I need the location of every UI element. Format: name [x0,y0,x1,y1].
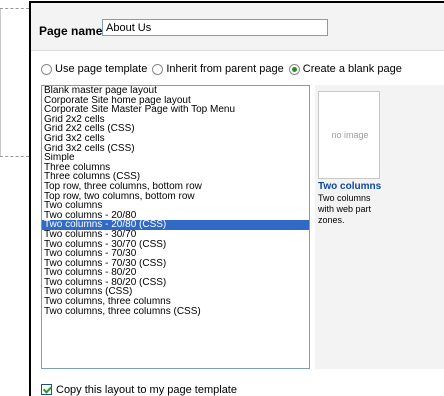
layout-list-item[interactable]: Two columns - 20/80 [42,211,309,221]
option-inherit-from-parent[interactable]: Inherit from parent page [152,63,284,75]
create-blank-page-radio[interactable] [288,63,300,75]
option-use-page-template[interactable]: Use page template [41,63,147,75]
layout-list-item[interactable]: Three columns (CSS) [42,172,309,182]
connector-line-top [0,8,29,9]
layout-list-item[interactable]: Three columns [42,163,309,173]
layout-list-item[interactable]: Two columns - 30/70 [42,230,309,240]
layout-list-item[interactable]: Grid 3x2 cells (CSS) [42,144,309,154]
page-name-header: Page name: [31,3,444,51]
copy-layout-checkbox[interactable] [41,384,52,395]
create-blank-page-label: Create a blank page [302,63,402,75]
preview-title: Two columns [318,181,382,192]
layout-list-item[interactable]: Corporate Site Master Page with Top Menu [42,105,309,115]
layout-list-item[interactable]: Top row, two columns, bottom row [42,192,309,202]
layout-list-item[interactable]: Two columns - 20/80 (CSS) [42,220,309,230]
no-image-text: no image [331,130,369,140]
layout-list-item[interactable]: Two columns - 80/20 [42,268,309,278]
layout-list-item[interactable]: Two columns - 70/30 [42,249,309,259]
layout-list-item[interactable]: Two columns, three columns [42,297,309,307]
layout-list-item[interactable]: Two columns (CSS) [42,287,309,297]
preview-image-placeholder: no image [318,91,380,179]
layout-list-item[interactable]: Simple [42,153,309,163]
layout-list-item[interactable]: Top row, three columns, bottom row [42,182,309,192]
inherit-from-parent-radio[interactable] [152,63,164,75]
layout-list-item[interactable]: Grid 2x2 cells (CSS) [42,124,309,134]
layout-list-item[interactable]: Grid 3x2 cells [42,134,309,144]
layout-list-item[interactable]: Grid 2x2 cells [42,115,309,125]
connector-line-bottom [0,156,29,157]
page-name-label: Page name: [39,24,107,38]
layout-list-item[interactable]: Blank master page layout [42,86,309,96]
use-page-template-label: Use page template [55,63,148,75]
copy-layout-option[interactable]: Copy this layout to my page template [41,383,237,396]
preview-description: Two columns with web part zones. [318,193,372,225]
layout-list-item[interactable]: Corporate Site home page layout [42,96,309,106]
copy-layout-label: Copy this layout to my page template [56,383,237,396]
left-panel [0,8,29,156]
layout-list-item[interactable]: Two columns - 70/30 (CSS) [42,259,309,269]
new-page-dialog: Page name: Use page template Inherit fro… [29,1,444,396]
use-page-template-radio[interactable] [41,63,52,75]
layout-listbox[interactable]: Blank master page layout Corporate Site h… [41,85,310,369]
layout-preview-panel: no image Two columns Two columns with we… [315,85,444,369]
page-name-input[interactable] [102,19,328,36]
option-create-blank-page[interactable]: Create a blank page [288,63,402,75]
layout-list-item[interactable]: Two columns - 30/70 (CSS) [42,240,309,250]
layout-list-item[interactable]: Two columns - 80/20 (CSS) [42,278,309,288]
inherit-from-parent-label: Inherit from parent page [166,63,284,75]
template-options: Use page template Inherit from parent pa… [41,62,407,76]
layout-list-item[interactable]: Two columns [42,201,309,211]
layout-list-item[interactable]: Two columns, three columns (CSS) [42,307,309,317]
